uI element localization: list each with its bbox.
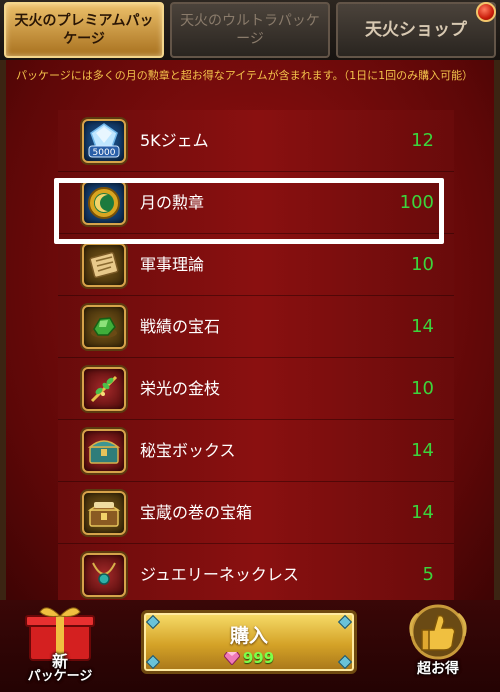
item-quantity: 100 xyxy=(399,192,434,213)
new-package-label-line2: パッケージ xyxy=(27,669,93,684)
list-item: 軍事理論 10 xyxy=(58,234,454,296)
price-value: 999 xyxy=(242,649,275,667)
list-item: 5000 5Kジェム 12 xyxy=(58,110,454,172)
item-name: 5Kジェム xyxy=(140,131,209,150)
necklace-icon xyxy=(82,553,126,597)
scroll-icon xyxy=(82,243,126,287)
item-quantity: 14 xyxy=(411,316,434,337)
tab-shop-label: 天火ショップ xyxy=(365,20,467,40)
tab-ultra-package-label: 天火のウルトラパッケージ xyxy=(180,13,320,47)
list-item: ジュエリーネックレス 5 xyxy=(58,544,454,600)
item-quantity: 14 xyxy=(411,502,434,523)
item-list[interactable]: 5000 5Kジェム 12 月の勲章 100 軍事理論 10 戦績の宝石 14 … xyxy=(58,110,454,600)
list-item: 栄光の金枝 10 xyxy=(58,358,454,420)
list-item-selected[interactable]: 月の勲章 100 xyxy=(58,172,454,234)
diamond-icon xyxy=(223,652,240,665)
item-quantity: 14 xyxy=(411,440,434,461)
tab-shop[interactable]: 天火ショップ xyxy=(336,2,496,58)
item-quantity: 10 xyxy=(411,378,434,399)
tab-bar: 天火のプレミアムパッケージ 天火のウルトラパッケージ 天火ショップ xyxy=(0,0,500,60)
scroll-chest-icon xyxy=(82,491,126,535)
great-deal-label: 超お得 xyxy=(417,661,459,677)
golden-branch-icon xyxy=(82,367,126,411)
item-name: 栄光の金枝 xyxy=(140,379,221,398)
buy-label: 購入 xyxy=(229,625,268,647)
buy-button[interactable]: 購入 999 xyxy=(141,610,357,674)
item-quantity: 12 xyxy=(411,130,434,151)
item-name: ジュエリーネックレス xyxy=(140,565,299,584)
gem-chest-icon: 5000 xyxy=(82,119,126,163)
notification-dot xyxy=(476,2,496,22)
item-name: 秘宝ボックス xyxy=(140,441,236,460)
new-package-label-line1: 新 xyxy=(51,652,68,671)
item-name: 宝蔵の巻の宝箱 xyxy=(140,503,253,522)
price: 999 xyxy=(144,649,354,667)
package-description: パッケージには多くの月の勲章と超お得なアイテムが含まれます。（1日に1回のみ購入… xyxy=(16,69,474,82)
green-gem-icon xyxy=(82,305,126,349)
tab-premium-package[interactable]: 天火のプレミアムパッケージ xyxy=(4,2,164,58)
gem-badge: 5000 xyxy=(93,148,116,158)
package-panel: パッケージには多くの月の勲章と超お得なアイテムが含まれます。（1日に1回のみ購入… xyxy=(0,60,500,600)
treasure-box-icon xyxy=(82,429,126,473)
item-quantity: 5 xyxy=(422,564,434,585)
moon-medal-icon xyxy=(82,181,126,225)
item-name: 軍事理論 xyxy=(140,255,205,274)
tab-premium-package-label: 天火のプレミアムパッケージ xyxy=(14,13,154,47)
item-quantity: 10 xyxy=(411,254,434,275)
list-item: 宝蔵の巻の宝箱 14 xyxy=(58,482,454,544)
item-name: 戦績の宝石 xyxy=(140,317,221,336)
new-package-label: 新 パッケージ xyxy=(16,652,104,685)
list-item: 戦績の宝石 14 xyxy=(58,296,454,358)
tab-ultra-package[interactable]: 天火のウルトラパッケージ xyxy=(170,2,330,58)
great-deal-badge[interactable]: 超お得 xyxy=(398,602,478,686)
new-package-button[interactable]: 新 パッケージ xyxy=(16,602,104,686)
thumbs-up-icon xyxy=(409,604,467,660)
item-name: 月の勲章 xyxy=(140,193,205,212)
list-item: 秘宝ボックス 14 xyxy=(58,420,454,482)
